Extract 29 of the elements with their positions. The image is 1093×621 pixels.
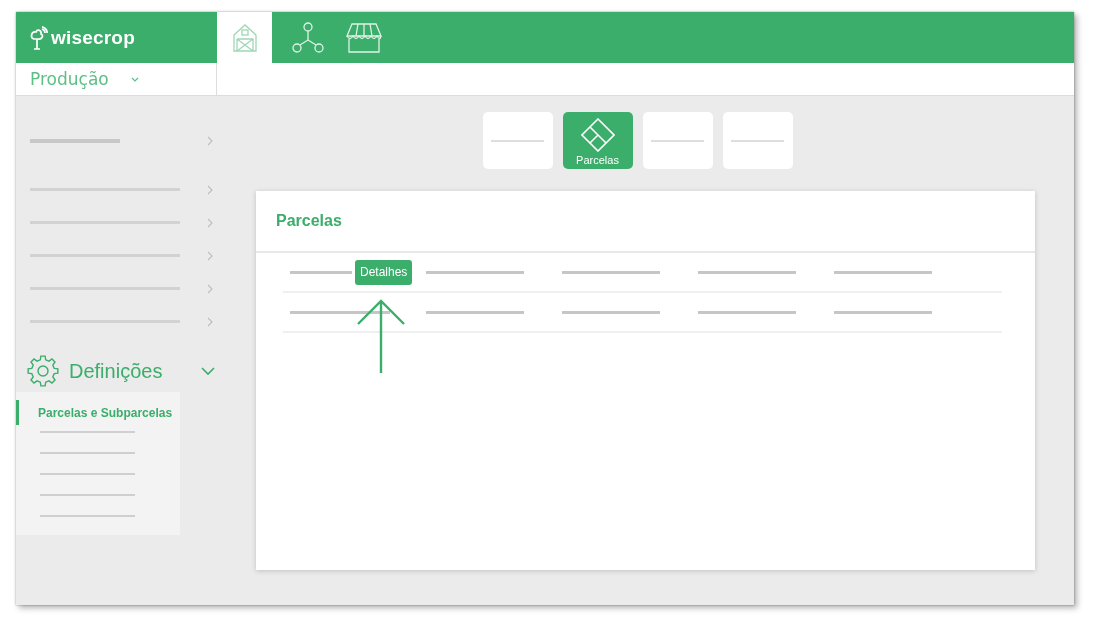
- chevron-right-icon[interactable]: [207, 135, 213, 146]
- tile-button[interactable]: Parcelas: [562, 112, 633, 169]
- network-icon: [292, 21, 324, 54]
- chevron-right-icon[interactable]: [207, 250, 213, 261]
- chevron-right-icon[interactable]: [207, 283, 213, 294]
- diamond-grid-icon: [580, 118, 615, 152]
- settings-icon: [27, 355, 59, 387]
- placeholder-bar: [491, 139, 544, 142]
- submenu-item[interactable]: Parcelas e Subparcelas: [16, 400, 180, 425]
- tile-button[interactable]: [722, 112, 793, 169]
- card-title: Parcelas: [276, 212, 342, 230]
- tile-button[interactable]: [642, 112, 713, 169]
- chevron-down-icon[interactable]: [201, 366, 215, 376]
- placeholder-bar: [651, 139, 704, 142]
- barn-icon: [232, 23, 257, 52]
- logo-text: wisecrop: [51, 26, 135, 49]
- placeholder-bar: [731, 139, 784, 142]
- details-button[interactable]: Detalhes: [355, 259, 413, 285]
- storefront-icon: [345, 21, 383, 54]
- chevron-right-icon[interactable]: [207, 217, 213, 228]
- chevron-right-icon[interactable]: [207, 316, 213, 327]
- up-arrow-icon: [357, 299, 405, 374]
- section-title[interactable]: Definições: [69, 359, 201, 383]
- chevron-right-icon[interactable]: [207, 184, 213, 195]
- placeholder-bar: [290, 270, 352, 274]
- nav-tab[interactable]: [217, 12, 272, 63]
- chevron-down-icon: [130, 76, 139, 82]
- tree-signal-icon: [30, 25, 48, 50]
- tile-button[interactable]: [482, 112, 553, 169]
